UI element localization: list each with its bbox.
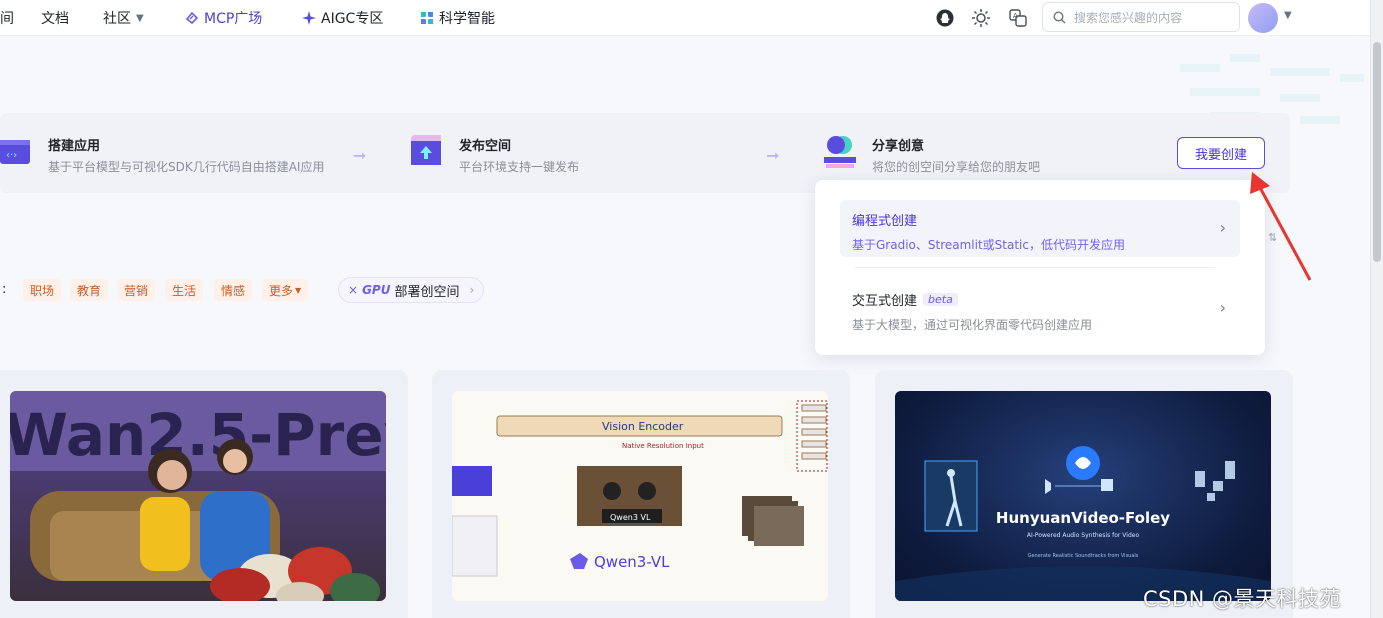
menu-item-interactive-create[interactable]: 交互式创建 beta 基于大模型，通过可视化界面零代码创建应用 › <box>840 280 1240 337</box>
filter-label: : <box>2 282 7 297</box>
nav-item-aigc[interactable]: AIGC专区 <box>302 8 383 28</box>
github-icon[interactable] <box>935 8 955 28</box>
card-note: Generate Realistic Soundtracks from Visu… <box>1028 553 1139 559</box>
nav-mcp-label: MCP广场 <box>204 11 263 27</box>
tag-more-label: 更多 <box>269 283 294 298</box>
step-title: 搭建应用 <box>48 139 101 154</box>
create-dropdown-menu: 编程式创建 基于Gradio、Streamlit或Static，低代码开发应用 … <box>815 180 1265 355</box>
wan-preview-image: Wan2.5-Preview <box>10 391 386 601</box>
hunyuan-foley-image: HunyuanVideo-Foley AI-Powered Audio Synt… <box>895 446 1271 601</box>
step-publish-space: 发布空间 平台环境支持一键发布 <box>411 135 579 175</box>
scrollbar[interactable] <box>1370 0 1383 618</box>
nav-item-science[interactable]: 科学智能 <box>420 8 495 28</box>
upload-window-icon <box>411 135 441 165</box>
step-desc: 将您的创空间分享给您的朋友吧 <box>872 160 1041 174</box>
step-share-idea: 分享创意 将您的创空间分享给您的朋友吧 <box>824 135 1040 175</box>
nav-community-label: 社区 <box>103 11 131 27</box>
mcp-icon <box>185 11 199 25</box>
card-subtitle: AI-Powered Audio Synthesis for Video <box>1027 532 1140 539</box>
gpu-x-icon: × <box>348 283 359 297</box>
chevron-down-icon: ▼ <box>295 285 302 295</box>
step-build-app: ‹·› 搭建应用 基于平台模型与可视化SDK几行代码自由搭建AI应用 <box>0 135 324 175</box>
scroll-indicator-icon: ⇅ <box>1268 231 1278 244</box>
menu-item-title: 交互式创建 <box>852 294 918 309</box>
tag-marketing[interactable]: 营销 <box>117 279 156 301</box>
chevron-right-icon: › <box>469 283 475 297</box>
divider <box>855 267 1215 268</box>
watermark: CSDN @景天科技苑 <box>1143 587 1342 611</box>
svg-text:A: A <box>1013 12 1018 20</box>
search-placeholder: 搜索您感兴趣的内容 <box>1074 10 1183 25</box>
top-nav: 间 文档 社区 ▼ MCP广场 AIGC专区 科学智能 A 搜索您感兴趣的内容 … <box>0 0 1370 36</box>
nav-item-truncated[interactable]: 间 <box>0 8 14 28</box>
tag-emotion[interactable]: 情感 <box>214 279 253 301</box>
tag-life[interactable]: 生活 <box>165 279 204 301</box>
step-title: 发布空间 <box>459 139 512 154</box>
tag-more[interactable]: 更多 ▼ <box>262 279 309 301</box>
science-icon <box>421 12 433 24</box>
svg-text:‹·›: ‹·› <box>6 150 17 161</box>
menu-item-desc: 基于Gradio、Streamlit或Static，低代码开发应用 <box>852 238 1125 252</box>
card-thumbnail: Vision Encoder Native Resolution Input Q… <box>452 391 828 601</box>
gpu-label: 部署创空间 <box>394 284 460 300</box>
svg-text:Qwen3 VL: Qwen3 VL <box>610 513 651 522</box>
tag-workplace[interactable]: 职场 <box>23 279 62 301</box>
nav-science-label: 科学智能 <box>439 11 495 27</box>
step-arrow-icon: ➞ <box>353 146 367 165</box>
theme-sun-icon[interactable] <box>971 8 991 28</box>
translate-icon[interactable]: A <box>1008 8 1028 28</box>
nav-item-mcp[interactable]: MCP广场 <box>185 8 262 28</box>
red-arrow-annotation <box>1250 172 1312 281</box>
card-subtitle: Vision Encoder <box>602 420 684 433</box>
nav-item-community[interactable]: 社区 ▼ <box>103 8 144 28</box>
menu-item-desc: 基于大模型，通过可视化界面零代码创建应用 <box>852 318 1093 332</box>
nav-item-docs[interactable]: 文档 <box>41 8 69 28</box>
create-button[interactable]: 我要创建 <box>1177 137 1265 169</box>
space-card[interactable]: Vision Encoder Native Resolution Input Q… <box>432 370 850 618</box>
menu-item-title: 编程式创建 <box>852 214 918 229</box>
qwen3-vl-diagram: Vision Encoder Native Resolution Input Q… <box>452 400 828 577</box>
card-title: HunyuanVideo-Foley <box>996 509 1170 527</box>
chevron-right-icon: › <box>1219 218 1226 237</box>
space-card[interactable]: Wan2.5-Preview <box>0 370 408 618</box>
gpu-prefix: GPU <box>362 283 391 297</box>
search-input[interactable]: 搜索您感兴趣的内容 <box>1042 2 1240 32</box>
step-desc: 基于平台模型与可视化SDK几行代码自由搭建AI应用 <box>48 160 325 174</box>
chevron-down-icon[interactable]: ▼ <box>1284 10 1292 21</box>
space-card[interactable]: HunyuanVideo-Foley AI-Powered Audio Synt… <box>875 370 1293 618</box>
card-thumbnail: Wan2.5-Preview <box>10 391 386 601</box>
code-window-icon: ‹·› <box>0 140 30 164</box>
nav-aigc-label: AIGC专区 <box>321 11 384 27</box>
menu-item-code-create[interactable]: 编程式创建 基于Gradio、Streamlit或Static，低代码开发应用 … <box>840 200 1240 257</box>
step-arrow-icon: ➞ <box>766 146 780 165</box>
search-icon <box>1053 10 1066 23</box>
share-people-icon <box>824 136 856 168</box>
card-thumbnail: HunyuanVideo-Foley AI-Powered Audio Synt… <box>895 391 1271 601</box>
beta-badge: beta <box>923 293 958 306</box>
avatar[interactable] <box>1248 3 1278 33</box>
chevron-down-icon: ▼ <box>136 12 144 24</box>
scrollbar-thumb[interactable] <box>1373 42 1381 262</box>
step-title: 分享创意 <box>872 139 925 154</box>
card-title: Wan2.5-Preview <box>10 401 386 469</box>
step-desc: 平台环境支持一键发布 <box>459 160 580 174</box>
chevron-right-icon: › <box>1219 298 1226 317</box>
card-title: Qwen3-VL <box>594 553 670 571</box>
card-note: Native Resolution Input <box>622 442 704 450</box>
tag-education[interactable]: 教育 <box>70 279 109 301</box>
sparkle-icon <box>302 11 316 25</box>
gpu-deploy-button[interactable]: × GPU 部署创空间 › <box>338 277 484 303</box>
